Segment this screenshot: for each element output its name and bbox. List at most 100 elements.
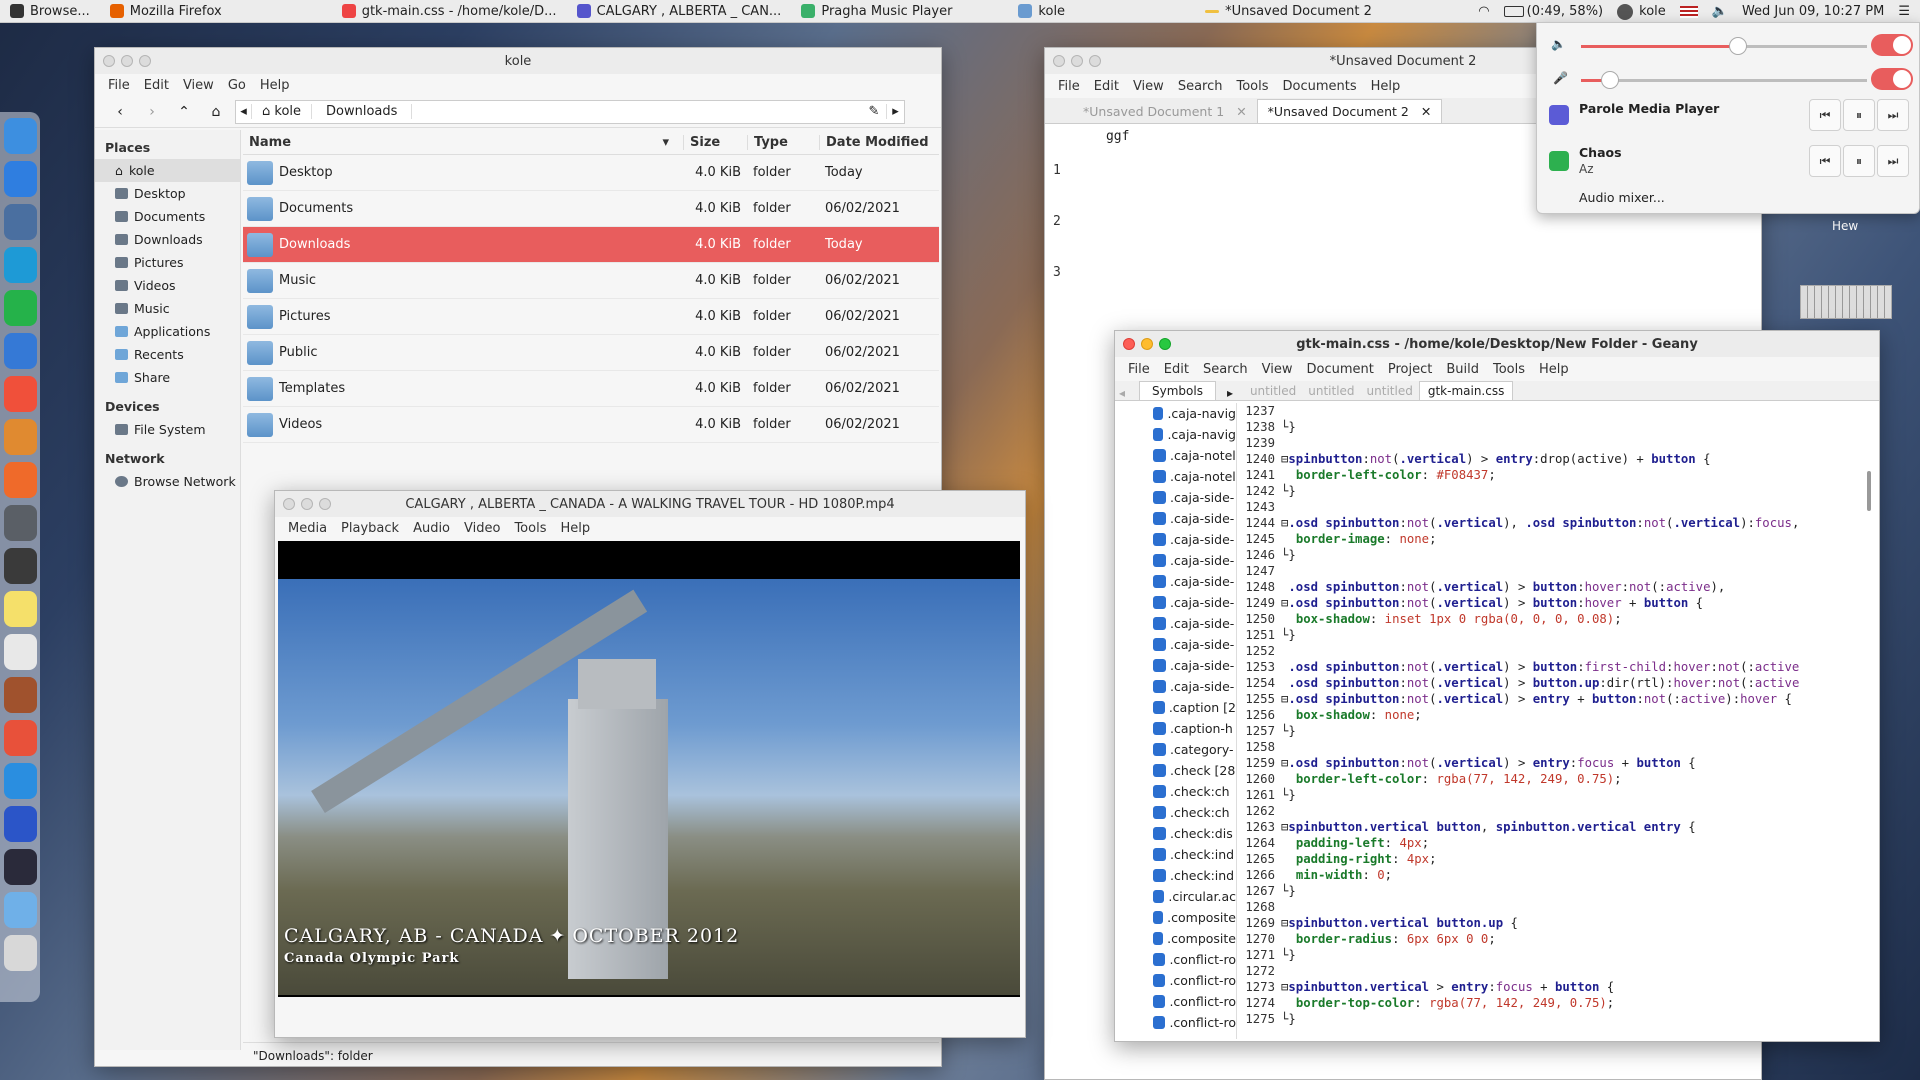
tab-symbols[interactable]: Symbols <box>1139 381 1216 400</box>
place-kole[interactable]: ⌂ kole <box>95 159 240 182</box>
symbol-item[interactable]: .check:ind <box>1115 844 1236 865</box>
place-downloads[interactable]: Downloads <box>95 228 240 251</box>
dock-radio-icon[interactable] <box>3 720 37 756</box>
file-row[interactable]: Downloads 4.0 KiB folder Today <box>243 227 939 263</box>
task-pragha[interactable]: Pragha Music Player <box>791 4 962 19</box>
menu-file[interactable]: File <box>1121 362 1157 377</box>
dock-hat-icon[interactable] <box>3 849 37 885</box>
file-row[interactable]: Desktop 4.0 KiB folder Today <box>243 155 939 191</box>
symbol-item[interactable]: .check:ch <box>1115 781 1236 802</box>
file-row[interactable]: Templates 4.0 KiB folder 06/02/2021 <box>243 371 939 407</box>
close-tab-icon[interactable]: ✕ <box>1236 104 1246 119</box>
dock-finder-icon[interactable] <box>3 161 37 197</box>
side-right-icon[interactable]: ▸ <box>1216 386 1244 400</box>
app-menu-button[interactable]: Browse... <box>0 4 100 19</box>
side-left-icon[interactable]: ◂ <box>1115 386 1129 400</box>
dock-calculator-icon[interactable] <box>3 548 37 584</box>
maximize-button[interactable] <box>319 498 331 510</box>
symbol-item[interactable]: .caja-side- <box>1115 508 1236 529</box>
player-titlebar[interactable]: CALGARY , ALBERTA _ CANADA - A WALKING T… <box>275 491 1025 517</box>
symbol-item[interactable]: .check [28 <box>1115 760 1236 781</box>
symbol-item[interactable]: .composite <box>1115 907 1236 928</box>
symbol-item[interactable]: .check:ind <box>1115 865 1236 886</box>
task-firefox[interactable]: Mozilla Firefox <box>100 4 232 19</box>
dock-editor-icon[interactable] <box>3 333 37 369</box>
symbol-item[interactable]: .caja-navig <box>1115 424 1236 445</box>
breadcrumb-left-icon[interactable]: ◂ <box>236 104 252 119</box>
symbol-item[interactable]: .caja-side- <box>1115 634 1236 655</box>
symbol-item[interactable]: .conflict-ro <box>1115 970 1236 991</box>
menu-view[interactable]: View <box>1126 79 1171 94</box>
symbol-item[interactable]: .caja-navig <box>1115 403 1236 424</box>
symbol-item[interactable]: .caption [2 <box>1115 697 1236 718</box>
symbol-item[interactable]: .conflict-ro <box>1115 949 1236 970</box>
place-desktop[interactable]: Desktop <box>95 182 240 205</box>
file-row[interactable]: Pictures 4.0 KiB folder 06/02/2021 <box>243 299 939 335</box>
menu-edit[interactable]: Edit <box>1087 79 1126 94</box>
back-icon[interactable]: ‹ <box>107 104 133 120</box>
user-menu[interactable]: kole <box>1617 3 1666 20</box>
dock-games-icon[interactable] <box>3 677 37 713</box>
file-manager-titlebar[interactable]: kole <box>95 48 941 74</box>
network-browse[interactable]: Browse Network <box>95 470 240 493</box>
close-button[interactable] <box>103 55 115 67</box>
dock-textedit-icon[interactable] <box>3 634 37 670</box>
menu-edit[interactable]: Edit <box>1157 362 1196 377</box>
maximize-button[interactable] <box>1159 338 1171 350</box>
code-editor[interactable]: └} ⊟spinbutton:not(.vertical) > entry:dr… <box>1281 403 1873 1039</box>
menu-audio[interactable]: Audio <box>406 521 457 536</box>
symbol-item[interactable]: .caja-side- <box>1115 613 1236 634</box>
menu-video[interactable]: Video <box>457 521 507 536</box>
dock-share-icon[interactable] <box>3 376 37 412</box>
volume-icon[interactable]: 🔈 <box>1712 4 1728 19</box>
dock-trash-icon[interactable] <box>3 935 37 971</box>
symbol-item[interactable]: .caja-side- <box>1115 676 1236 697</box>
scrollbar[interactable] <box>1867 471 1871 511</box>
menu-tools[interactable]: Tools <box>507 521 553 536</box>
desktop-label[interactable]: Hew <box>1832 219 1858 233</box>
menu-tools[interactable]: Tools <box>1229 79 1275 94</box>
geany-titlebar[interactable]: gtk-main.css - /home/kole/Desktop/New Fo… <box>1115 331 1879 357</box>
symbol-item[interactable]: .conflict-ro <box>1115 1012 1236 1033</box>
clock[interactable]: Wed Jun 09, 10:27 PM <box>1742 4 1884 19</box>
menu-edit[interactable]: Edit <box>137 78 176 93</box>
symbol-item[interactable]: .caja-notel <box>1115 466 1236 487</box>
symbol-item[interactable]: .check:dis <box>1115 823 1236 844</box>
column-type[interactable]: Type <box>747 134 819 150</box>
close-button[interactable] <box>1053 55 1065 67</box>
close-tab-icon[interactable]: ✕ <box>1421 104 1431 119</box>
dock-ubuntu-icon[interactable] <box>3 462 37 498</box>
symbol-item[interactable]: .circular.ac <box>1115 886 1236 907</box>
flag-icon[interactable] <box>1679 5 1698 18</box>
menu-media[interactable]: Media <box>281 521 334 536</box>
column-name[interactable]: Name ▾ <box>243 135 683 150</box>
menu-documents[interactable]: Documents <box>1276 79 1364 94</box>
menu-search[interactable]: Search <box>1196 362 1255 377</box>
menu-playback[interactable]: Playback <box>334 521 406 536</box>
symbol-item[interactable]: .caja-notel <box>1115 445 1236 466</box>
up-icon[interactable]: ⌃ <box>171 104 197 120</box>
task-parole[interactable]: CALGARY , ALBERTA _ CAN... <box>567 4 792 19</box>
column-date[interactable]: Date Modified <box>819 134 939 150</box>
video-area[interactable]: CALGARY, AB - CANADA ✦ OCTOBER 2012 Canada… <box>278 541 1020 997</box>
menu-help[interactable]: Help <box>553 521 597 536</box>
task-mousepad[interactable]: *Unsaved Document 2 <box>1195 4 1382 19</box>
menu-go[interactable]: Go <box>221 78 253 93</box>
symbol-item[interactable]: .caja-side- <box>1115 571 1236 592</box>
dock-gimp-icon[interactable] <box>3 419 37 455</box>
edit-path-icon[interactable]: ✎ <box>862 104 886 119</box>
menu-view[interactable]: View <box>1255 362 1300 377</box>
minimize-button[interactable] <box>1071 55 1083 67</box>
minimize-button[interactable] <box>301 498 313 510</box>
menu-icon[interactable]: ☰ <box>1898 4 1910 19</box>
file-row[interactable]: Videos 4.0 KiB folder 06/02/2021 <box>243 407 939 443</box>
pause-icon[interactable]: ⏸ <box>1843 145 1875 177</box>
maximize-button[interactable] <box>139 55 151 67</box>
dock-folder-icon[interactable] <box>3 892 37 928</box>
close-button[interactable] <box>283 498 295 510</box>
menu-help[interactable]: Help <box>253 78 297 93</box>
volume-toggle[interactable] <box>1871 34 1913 56</box>
menu-build[interactable]: Build <box>1439 362 1486 377</box>
menu-document[interactable]: Document <box>1299 362 1380 377</box>
breadcrumb-downloads[interactable]: Downloads <box>312 104 413 119</box>
